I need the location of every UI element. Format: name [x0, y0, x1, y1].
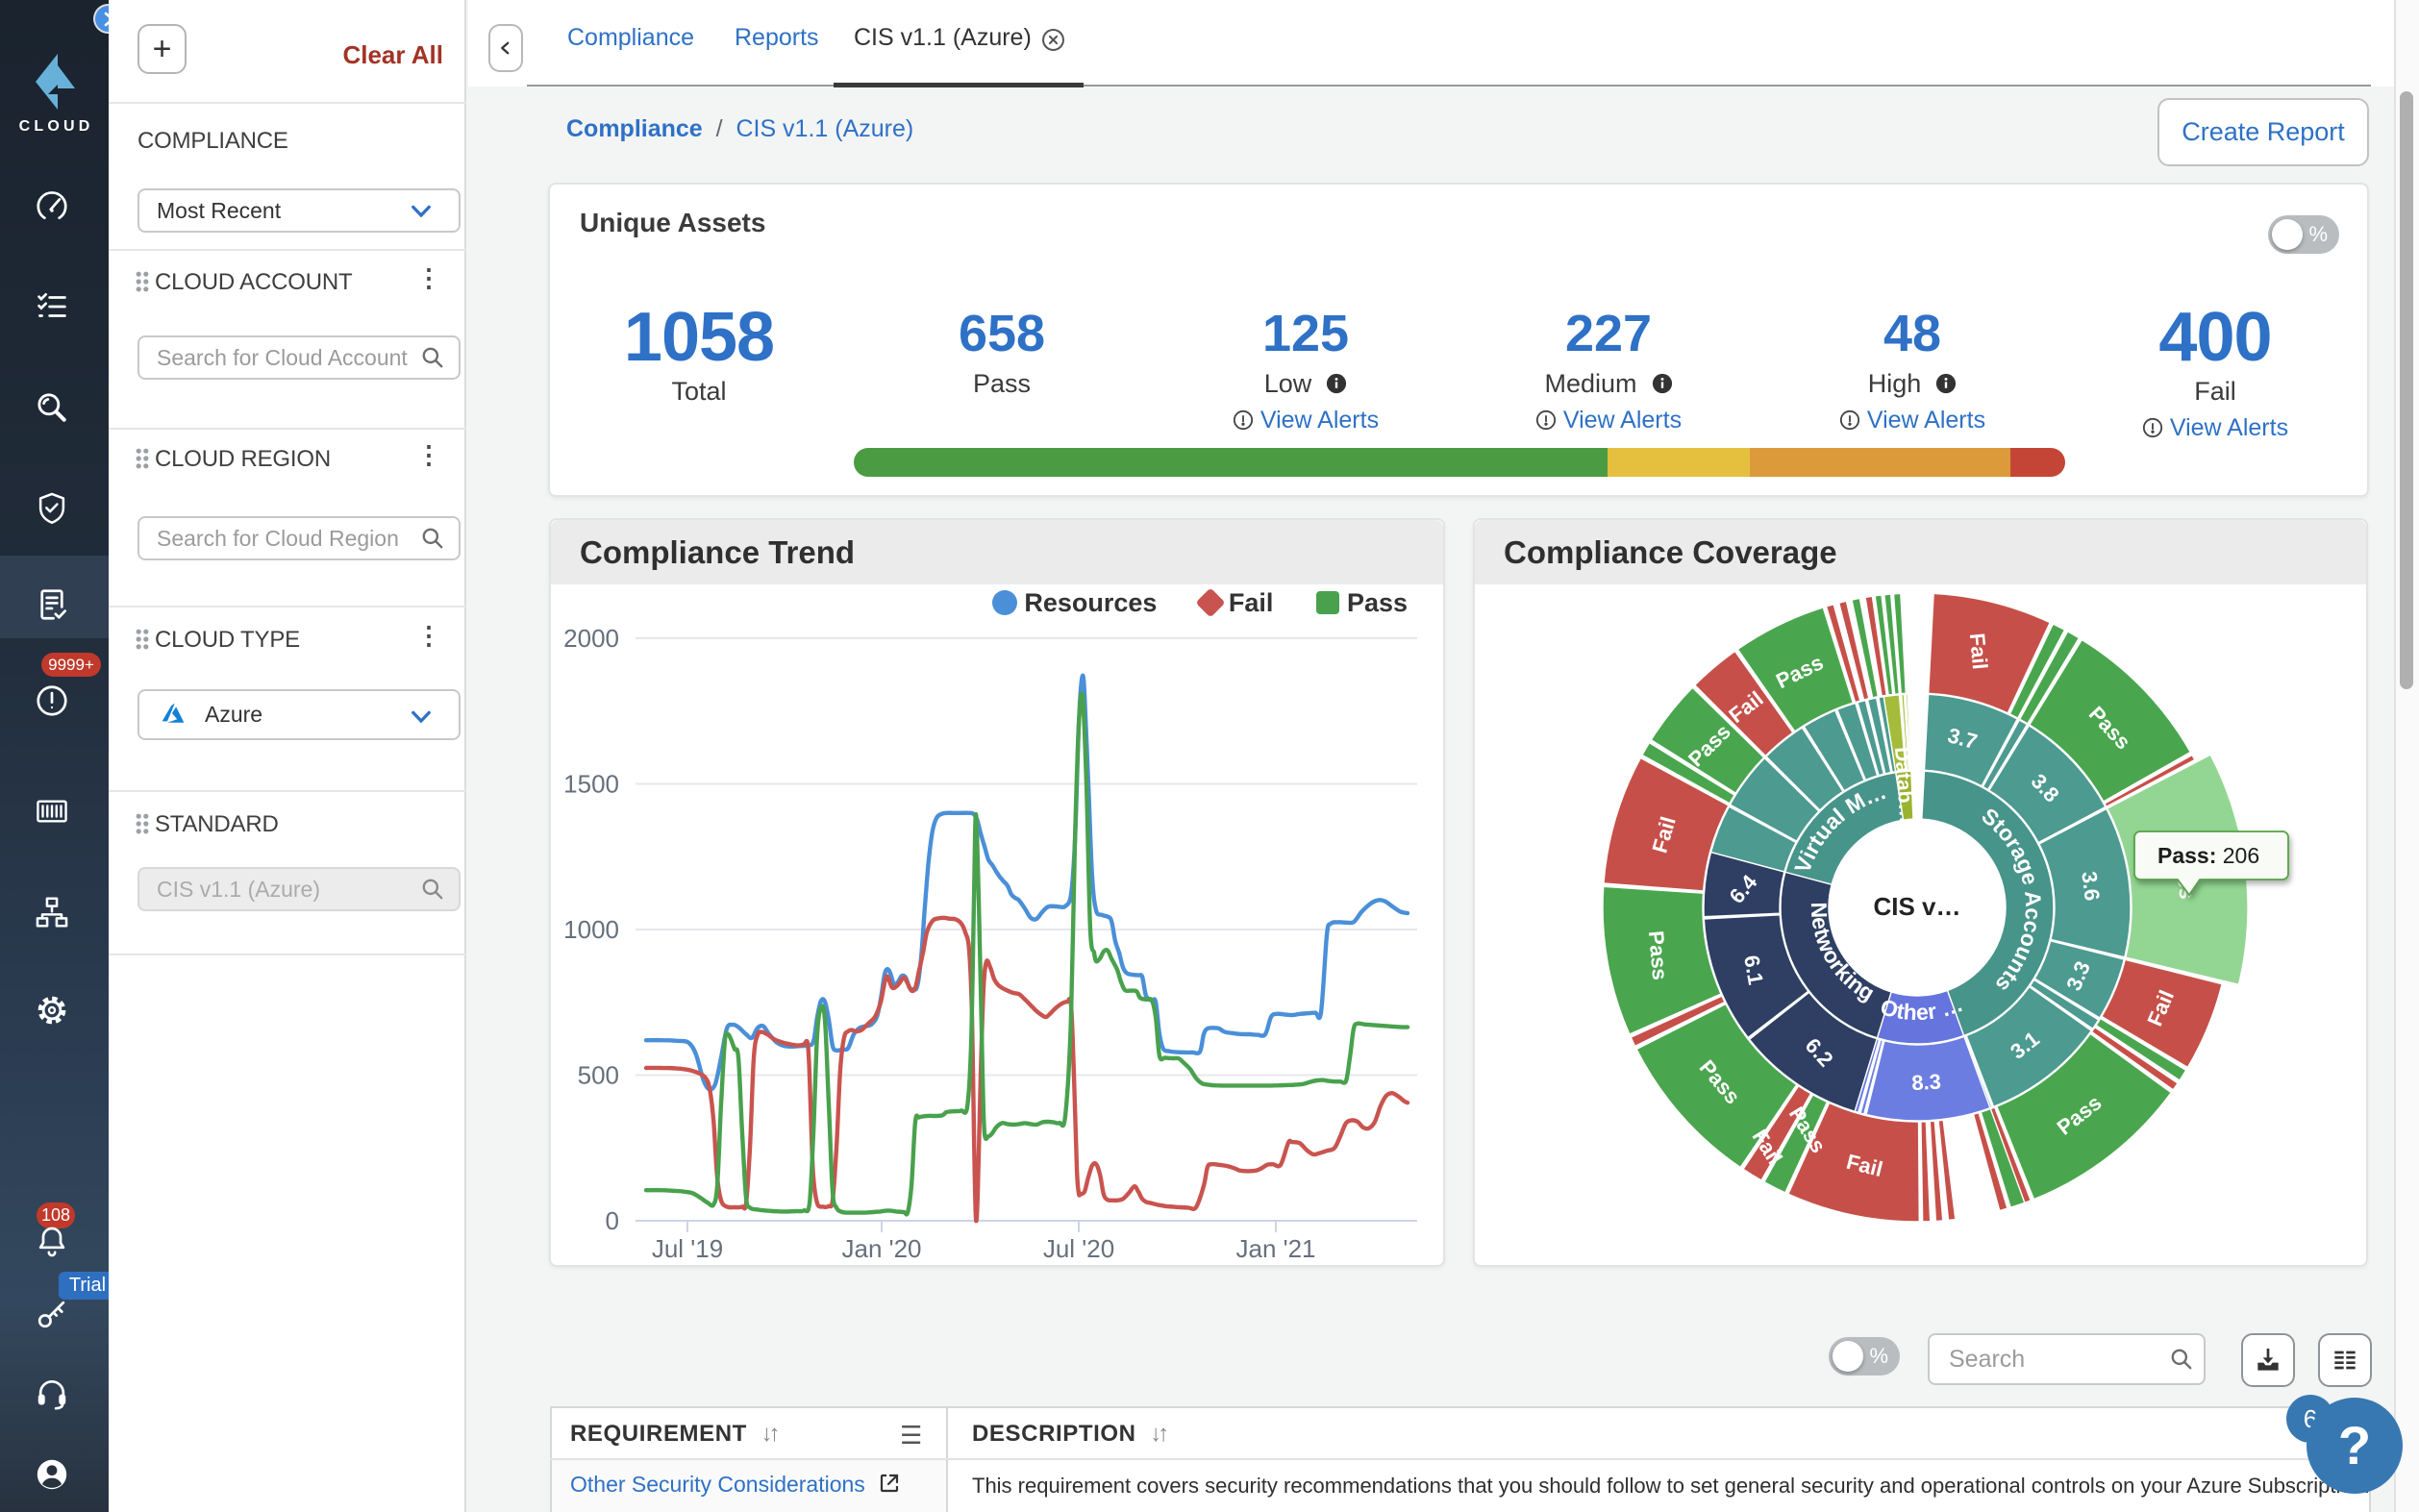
- svg-text:6.1: 6.1: [1739, 954, 1768, 986]
- svg-text:8.3: 8.3: [1911, 1070, 1942, 1096]
- svg-text:CIS v…: CIS v…: [1873, 892, 1960, 921]
- svg-text:0: 0: [606, 1206, 619, 1235]
- svg-text:Jan '21: Jan '21: [1235, 1234, 1315, 1263]
- svg-text:1500: 1500: [563, 770, 619, 799]
- svg-text:Pass: 206: Pass: 206: [2157, 843, 2259, 868]
- svg-text:Jul '20: Jul '20: [1043, 1234, 1114, 1263]
- svg-text:2000: 2000: [563, 624, 619, 653]
- svg-text:Fail: Fail: [1965, 632, 1992, 671]
- svg-text:500: 500: [578, 1061, 619, 1090]
- svg-text:3.6: 3.6: [2077, 870, 2105, 902]
- svg-text:1000: 1000: [563, 915, 619, 944]
- svg-text:Datab…: Datab…: [1890, 746, 1917, 824]
- svg-text:Jul '19: Jul '19: [652, 1234, 723, 1263]
- svg-text:Jan '20: Jan '20: [841, 1234, 921, 1263]
- svg-text:Pass: Pass: [1644, 930, 1672, 980]
